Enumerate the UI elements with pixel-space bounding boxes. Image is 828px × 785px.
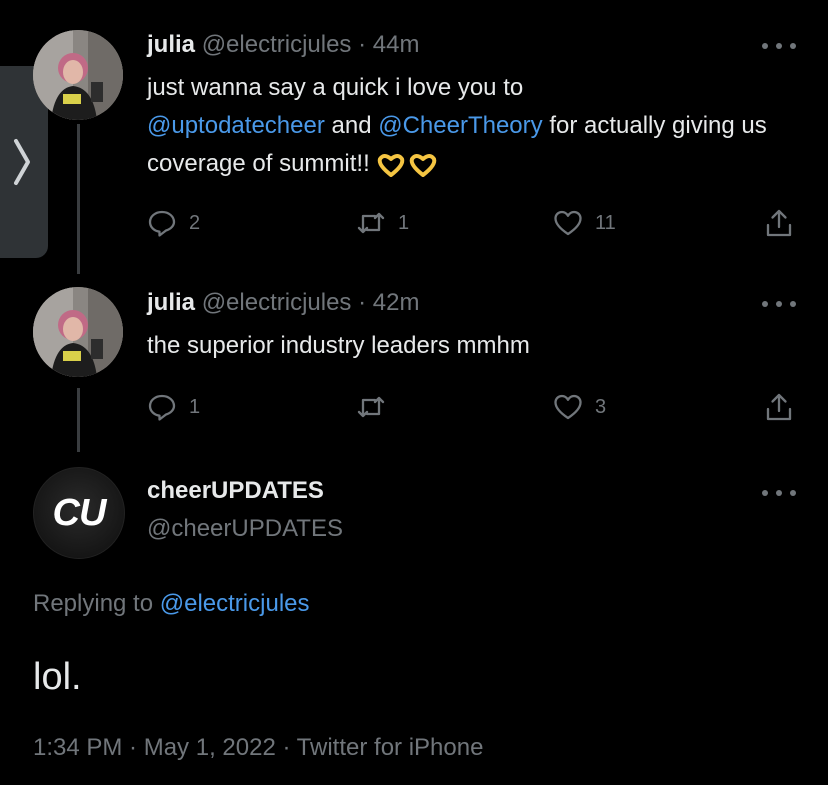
tweet-text-part: and [324, 112, 379, 139]
replying-to: Replying to @electricjules [33, 590, 310, 618]
avatar[interactable]: CU [33, 467, 125, 559]
tweet-header: julia @electricjules · 42m [147, 288, 419, 318]
like-icon [554, 394, 582, 420]
tweet-text-part: just wanna say a quick i love you to [147, 74, 524, 101]
share-icon [766, 393, 792, 421]
heart-hands-emoji [378, 153, 437, 177]
more-icon[interactable] [762, 41, 796, 51]
retweet-icon [357, 212, 385, 234]
thread-line [77, 124, 80, 274]
mention-link[interactable]: @CheerTheory [378, 112, 542, 139]
reply-button[interactable]: 1 [147, 392, 200, 422]
like-button[interactable]: 11 [553, 208, 616, 238]
avatar-logo-text: CU [52, 491, 107, 534]
reply-count: 1 [189, 395, 201, 418]
thread-line [77, 388, 80, 452]
display-name[interactable]: julia [147, 31, 195, 58]
more-icon[interactable] [762, 488, 796, 498]
reply-icon [148, 394, 176, 421]
like-icon [554, 210, 582, 236]
mention-link[interactable]: @electricjules [160, 590, 310, 617]
reply-count: 2 [189, 211, 201, 234]
share-icon [766, 209, 792, 237]
like-count: 3 [595, 395, 607, 418]
retweet-button[interactable] [356, 392, 386, 422]
retweet-count: 1 [398, 211, 410, 234]
like-count: 11 [595, 211, 616, 234]
avatar[interactable] [33, 287, 123, 377]
more-icon[interactable] [762, 299, 796, 309]
display-name[interactable]: julia [147, 289, 195, 316]
tweet-header: julia @electricjules · 44m [147, 30, 419, 60]
tweet-metadata: 1:34 PM · May 1, 2022 · Twitter for iPho… [33, 734, 484, 761]
share-button[interactable] [764, 392, 794, 422]
timestamp[interactable]: 42m [373, 289, 420, 316]
like-button[interactable]: 3 [553, 392, 606, 422]
user-handle[interactable]: @electricjules [202, 289, 352, 316]
reply-button[interactable]: 2 [147, 208, 200, 238]
replying-to-label: Replying to [33, 590, 160, 617]
mention-link[interactable]: @uptodatecheer [147, 112, 325, 139]
user-handle[interactable]: @electricjules [202, 31, 352, 58]
retweet-button[interactable]: 1 [356, 208, 409, 238]
display-name[interactable]: cheerUPDATES [147, 477, 324, 505]
separator: · [358, 289, 367, 316]
reply-icon [148, 210, 176, 237]
share-button[interactable] [764, 208, 794, 238]
user-handle[interactable]: @cheerUPDATES [147, 515, 343, 543]
retweet-icon [357, 396, 385, 418]
tweet-text: just wanna say a quick i love you to @up… [147, 69, 787, 183]
timestamp[interactable]: 44m [373, 31, 420, 58]
separator: · [358, 31, 367, 58]
tweet-text: the superior industry leaders mmhm [147, 332, 530, 359]
tweet-text: lol. [33, 656, 82, 698]
avatar[interactable] [33, 30, 123, 120]
